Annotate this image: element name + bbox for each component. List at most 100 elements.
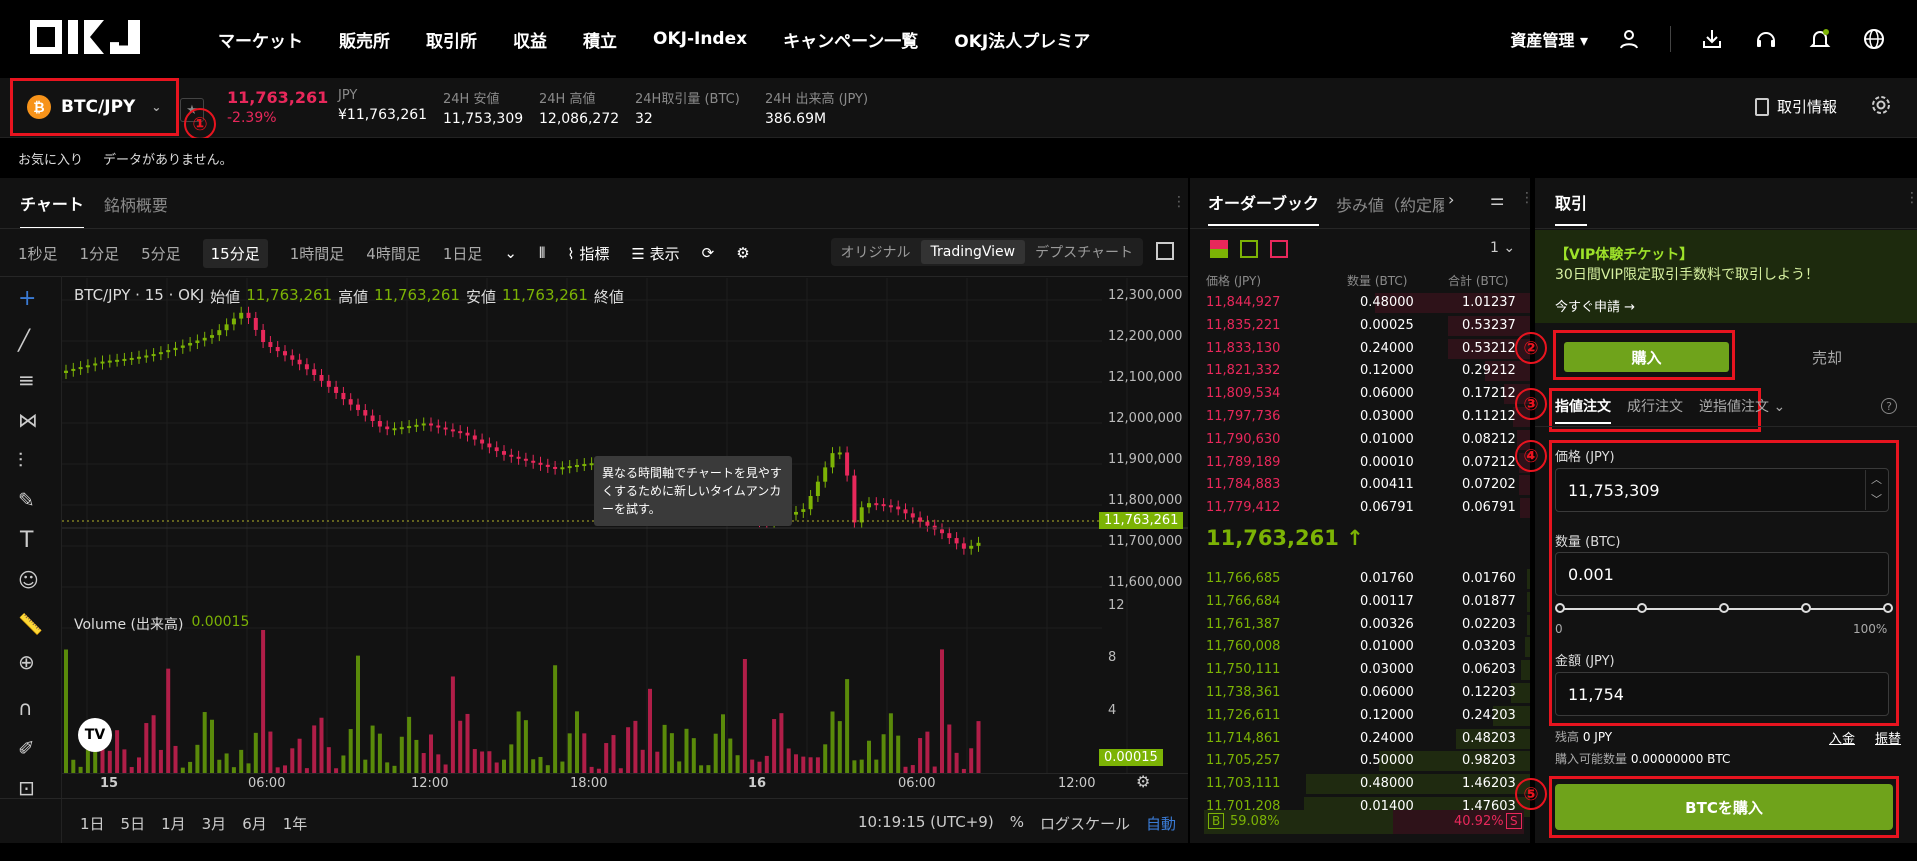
candle-type-icon[interactable]: ⫴ bbox=[539, 244, 545, 262]
trade-info-button[interactable]: 取引情報 bbox=[1755, 96, 1837, 117]
time-anchor-icon[interactable]: ⟳ bbox=[702, 244, 715, 262]
nav-earn[interactable]: 収益 bbox=[513, 27, 547, 52]
order-type-market[interactable]: 成行注文 bbox=[1627, 396, 1683, 416]
ask-row[interactable]: 11,797,736 0.03000 0.11212 bbox=[1190, 406, 1530, 428]
interval-1d[interactable]: 1日足 bbox=[443, 243, 483, 264]
bid-row[interactable]: 11,750,111 0.03000 0.06203 bbox=[1190, 659, 1530, 681]
interval-4h[interactable]: 4時間足 bbox=[366, 243, 421, 264]
brush-icon[interactable]: ✎ bbox=[18, 488, 35, 512]
tab-chart[interactable]: チャート bbox=[20, 177, 84, 229]
ask-row[interactable]: 11,779,412 0.06791 0.06791 bbox=[1190, 497, 1530, 519]
slider-step[interactable] bbox=[1801, 603, 1811, 613]
panel-menu-icon[interactable]: ⋮ bbox=[1520, 190, 1534, 206]
ask-row[interactable]: 11,833,130 0.24000 0.53212 bbox=[1190, 338, 1530, 360]
zoom-icon[interactable]: ⊕ bbox=[18, 650, 35, 674]
axis-settings-icon[interactable]: ⚙ bbox=[1136, 772, 1150, 791]
tab-overview[interactable]: 銘柄概要 bbox=[104, 190, 168, 216]
tab-orderbook[interactable]: オーダーブック bbox=[1208, 190, 1320, 226]
magnet-icon[interactable]: ∩ bbox=[18, 696, 33, 720]
nav-campaigns[interactable]: キャンペーン一覧 bbox=[783, 27, 918, 52]
chart-settings-icon[interactable]: ⚙ bbox=[736, 244, 749, 262]
display-button[interactable]: ☰ 表示 bbox=[631, 243, 679, 264]
indicators-button[interactable]: ⌇ 指標 bbox=[567, 243, 609, 264]
bid-row[interactable]: 11,726,611 0.12000 0.24203 bbox=[1190, 705, 1530, 727]
sell-tab-button[interactable]: 売却 bbox=[1757, 342, 1897, 372]
help-icon[interactable]: ? bbox=[1881, 398, 1897, 414]
bid-row[interactable]: 11,766,685 0.01760 0.01760 bbox=[1190, 568, 1530, 590]
interval-1s[interactable]: 1秒足 bbox=[18, 243, 58, 264]
submit-buy-button[interactable]: BTCを購入 bbox=[1555, 784, 1893, 830]
globe-icon[interactable] bbox=[1861, 26, 1887, 52]
range-1m[interactable]: 1月 bbox=[161, 813, 186, 834]
amount-input[interactable]: 11,754 bbox=[1555, 672, 1889, 716]
price-stepper[interactable]: ︿ ﹀ bbox=[1865, 470, 1887, 510]
both-sides-icon[interactable] bbox=[1210, 240, 1228, 258]
download-icon[interactable] bbox=[1699, 26, 1725, 52]
ask-row[interactable]: 11,844,927 0.48000 1.01237 bbox=[1190, 292, 1530, 314]
interval-15m[interactable]: 15分足 bbox=[202, 238, 268, 268]
interval-5m[interactable]: 5分足 bbox=[141, 243, 181, 264]
headset-icon[interactable] bbox=[1753, 26, 1779, 52]
view-depth[interactable]: デプスチャート bbox=[1025, 238, 1143, 266]
buy-tab-button[interactable]: 購入 bbox=[1564, 342, 1729, 372]
depth-select[interactable]: 1 ⌄ bbox=[1490, 240, 1515, 256]
vip-apply-link[interactable]: 今すぐ申請 → bbox=[1555, 296, 1635, 315]
asset-management-menu[interactable]: 資産管理 ▾ bbox=[1510, 27, 1588, 51]
ask-row[interactable]: 11,789,189 0.00010 0.07212 bbox=[1190, 452, 1530, 474]
interval-1m[interactable]: 1分足 bbox=[80, 243, 120, 264]
bid-row[interactable]: 11,760,008 0.01000 0.03203 bbox=[1190, 636, 1530, 658]
range-1y[interactable]: 1年 bbox=[283, 813, 308, 834]
emoji-icon[interactable]: ☺ bbox=[18, 568, 39, 592]
bid-row[interactable]: 11,714,861 0.24000 0.48203 bbox=[1190, 728, 1530, 750]
ask-row[interactable]: 11,809,534 0.06000 0.17212 bbox=[1190, 383, 1530, 405]
ruler-icon[interactable]: 📏 bbox=[18, 612, 43, 636]
nav-okj-index[interactable]: OKJ-Index bbox=[653, 29, 747, 49]
crosshair-icon[interactable]: + bbox=[18, 286, 36, 311]
view-tradingview[interactable]: TradingView bbox=[920, 240, 1026, 264]
panel-menu-icon[interactable]: ⋮ bbox=[1172, 194, 1186, 210]
deposit-link[interactable]: 入金 bbox=[1829, 728, 1855, 747]
pattern-icon[interactable]: ⋈ bbox=[18, 408, 38, 432]
chevron-right-icon[interactable]: › bbox=[1448, 190, 1454, 209]
view-original[interactable]: オリジナル bbox=[831, 238, 921, 266]
fullscreen-icon[interactable] bbox=[1156, 242, 1174, 260]
nav-exchange[interactable]: 取引所 bbox=[426, 27, 477, 52]
order-type-stop[interactable]: 逆指値注文 ⌄ bbox=[1699, 396, 1785, 416]
slider-step[interactable] bbox=[1719, 603, 1729, 613]
asks-only-icon[interactable] bbox=[1270, 240, 1288, 258]
bell-icon[interactable] bbox=[1807, 26, 1833, 52]
slider-step[interactable] bbox=[1555, 603, 1565, 613]
pair-selector[interactable]: ₿ BTC/JPY ⌄ bbox=[10, 78, 179, 136]
chevron-down-icon[interactable]: ⌄ bbox=[504, 244, 517, 262]
tab-trades[interactable]: 歩み値（約定履 bbox=[1336, 192, 1444, 216]
bid-row[interactable]: 11,703,111 0.48000 1.46203 bbox=[1190, 773, 1530, 795]
trade-title[interactable]: 取引 bbox=[1555, 190, 1588, 226]
panel-menu-icon[interactable]: ⋮ bbox=[1905, 190, 1917, 206]
price-chart[interactable] bbox=[62, 278, 1188, 788]
range-5d[interactable]: 5日 bbox=[121, 813, 146, 834]
ask-row[interactable]: 11,821,332 0.12000 0.29212 bbox=[1190, 360, 1530, 382]
interval-1h[interactable]: 1時間足 bbox=[290, 243, 345, 264]
slider-step[interactable] bbox=[1637, 603, 1647, 613]
vip-banner[interactable]: 【VIP体験チケット】 30日間VIP限定取引手数料で取引しよう！ 今すぐ申請 … bbox=[1535, 230, 1917, 323]
tradingview-logo[interactable]: TV bbox=[78, 718, 112, 752]
nav-corporate-premier[interactable]: OKJ法人プレミア bbox=[954, 27, 1090, 52]
range-3m[interactable]: 3月 bbox=[202, 813, 227, 834]
forecast-icon[interactable]: ⫶ bbox=[18, 448, 23, 472]
bids-only-icon[interactable] bbox=[1240, 240, 1258, 258]
ask-row[interactable]: 11,835,221 0.00025 0.53237 bbox=[1190, 315, 1530, 337]
percent-toggle[interactable]: % bbox=[1010, 813, 1024, 834]
unlock-icon[interactable]: ⊡ bbox=[18, 776, 35, 800]
user-icon[interactable] bbox=[1616, 26, 1642, 52]
text-icon[interactable]: T bbox=[20, 528, 33, 553]
order-type-limit[interactable]: 指値注文 bbox=[1555, 396, 1611, 424]
range-6m[interactable]: 6月 bbox=[242, 813, 267, 834]
trendline-icon[interactable]: ╱ bbox=[18, 328, 30, 352]
quantity-input[interactable]: 0.001 bbox=[1555, 552, 1889, 596]
transfer-link[interactable]: 振替 bbox=[1875, 728, 1901, 747]
price-input[interactable]: 11,753,309 bbox=[1555, 468, 1889, 512]
settings-gear-icon[interactable] bbox=[1870, 94, 1892, 120]
bid-row[interactable]: 11,766,684 0.00117 0.01877 bbox=[1190, 591, 1530, 613]
log-scale-toggle[interactable]: ログスケール bbox=[1040, 813, 1130, 834]
nav-savings[interactable]: 積立 bbox=[583, 27, 617, 52]
